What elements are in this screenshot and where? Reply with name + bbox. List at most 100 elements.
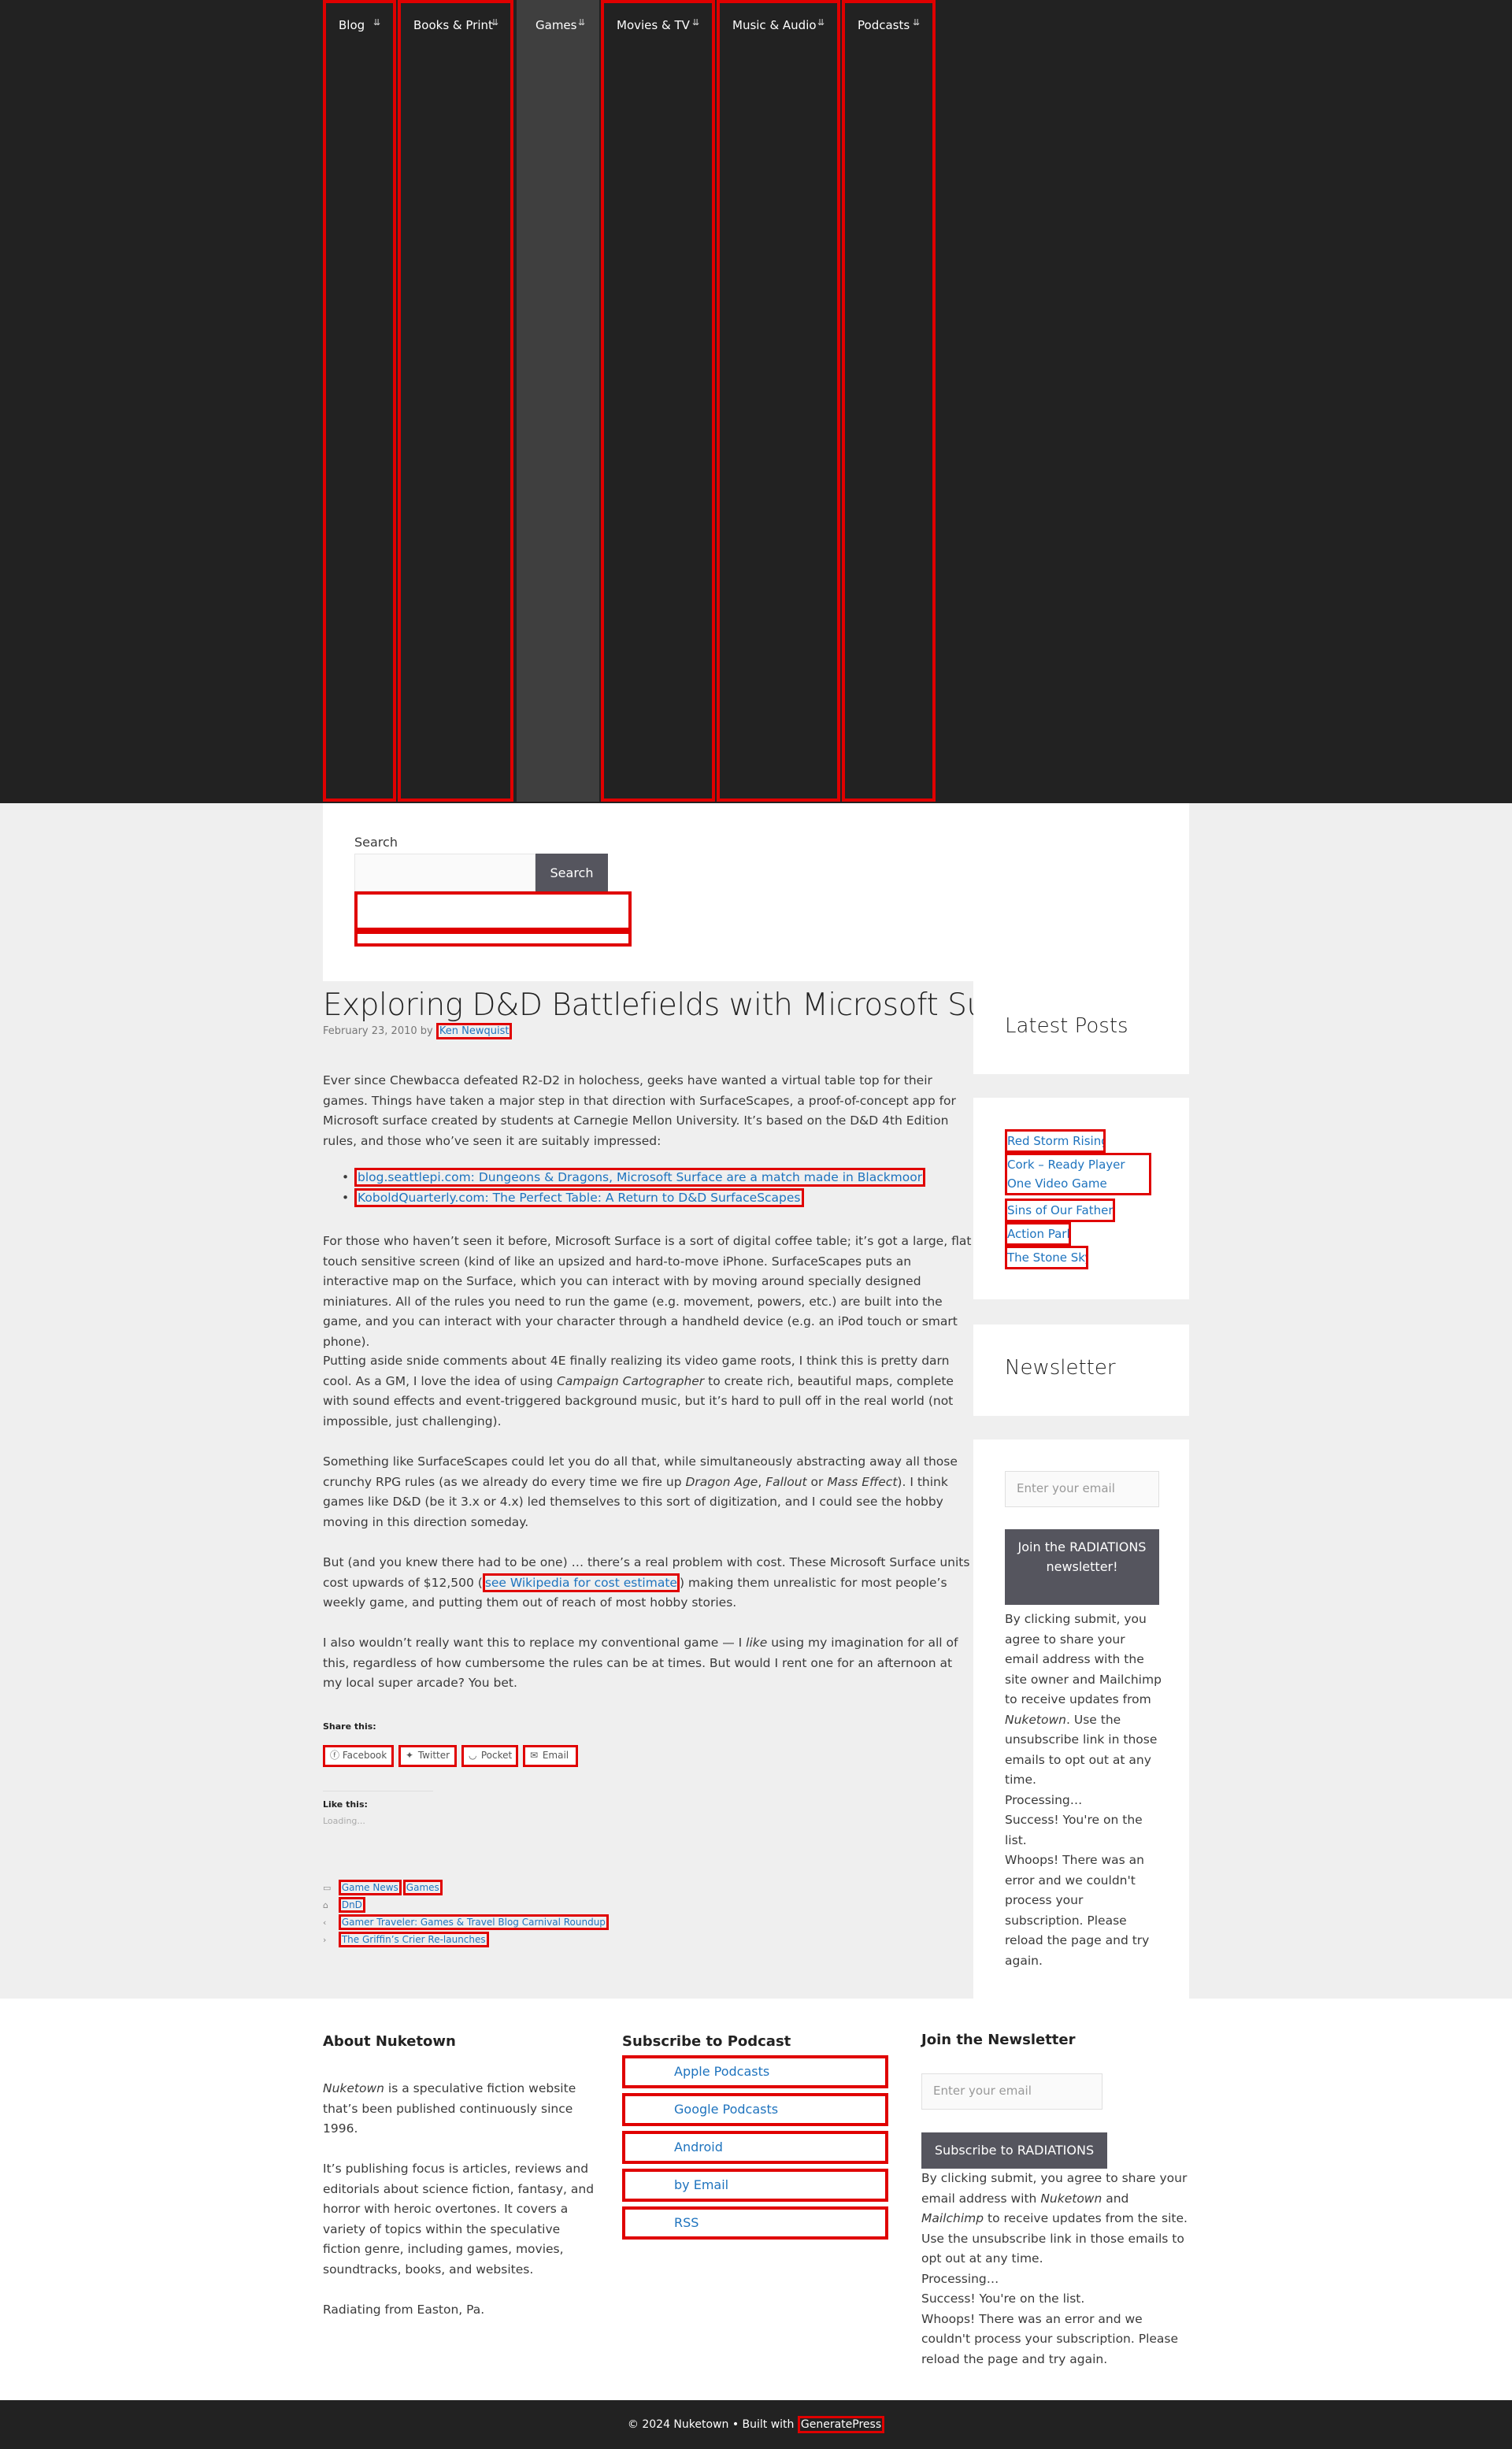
koboldquarterly-link[interactable]: KoboldQuarterly.com: The Perfect Table: …	[354, 1188, 804, 1207]
tag-link[interactable]: DnD	[338, 1897, 365, 1913]
share-heading: Share this:	[323, 1721, 376, 1732]
nav-item-podcasts[interactable]: Podcasts ⇊	[842, 0, 936, 802]
dropdown-arrow-icon: ⇊	[578, 17, 586, 28]
wikipedia-cost-link[interactable]: see Wikipedia for cost estimate	[482, 1573, 680, 1592]
latest-post-link[interactable]: Cork – Ready Player One Video Game Repla…	[1005, 1153, 1151, 1195]
search-input[interactable]	[354, 854, 536, 891]
nav-item-games[interactable]: Games ⇊	[517, 0, 599, 802]
facebook-icon: ⓕ	[330, 1750, 340, 1761]
nav-item-label: Music & Audio	[732, 18, 817, 32]
like-loading: Loading...	[323, 1816, 365, 1826]
seattlepi-link[interactable]: blog.seattlepi.com: Dungeons & Dragons, …	[354, 1168, 926, 1187]
android-link[interactable]: Android	[622, 2131, 888, 2164]
search-button[interactable]: Search	[536, 854, 608, 891]
latest-posts-title-widget: Latest Posts	[973, 981, 1189, 1074]
nav-item-label: Movies & TV	[617, 18, 690, 32]
post-author-link[interactable]: Ken Newquist	[435, 1023, 513, 1039]
about-title: About Nuketown	[323, 2033, 456, 2050]
emphasis: Fallout	[765, 1474, 807, 1489]
apple-podcasts-link[interactable]: Apple Podcasts	[622, 2055, 888, 2088]
share-facebook-button[interactable]: ⓕ Facebook	[323, 1745, 394, 1767]
previous-post-link[interactable]: Gamer Traveler: Games & Travel Blog Carn…	[338, 1914, 609, 1930]
post-nav-next: › The Griffin’s Crier Re-launches	[323, 1932, 491, 1947]
post-by: by	[420, 1025, 433, 1037]
footer-widgets: About Nuketown Nuketown is a speculative…	[0, 1999, 1512, 2400]
post-nav-previous: ‹ Gamer Traveler: Games & Travel Blog Ca…	[323, 1914, 610, 1930]
newsletter-title: Newsletter	[1005, 1356, 1116, 1380]
emphasis: Mailchimp	[921, 2211, 984, 2225]
list-item: blog.seattlepi.com: Dungeons & Dragons, …	[342, 1168, 926, 1187]
post-paragraph-2: For those who haven’t seen it before, Mi…	[323, 1234, 972, 1349]
next-icon: ›	[323, 1935, 327, 1945]
search-label: Search	[354, 835, 398, 850]
post-paragraph-4: Something like SurfaceScapes could let y…	[323, 1452, 973, 1532]
post-tags: ⌂ DnD	[323, 1897, 367, 1913]
pocket-icon: ◡	[469, 1750, 477, 1761]
site-footer: © 2024 Nuketown • Built with GeneratePre…	[0, 2400, 1512, 2449]
text: By clicking submit, you agree to share y…	[1005, 1612, 1162, 1706]
error-message: Whoops! There was an error and we couldn…	[1005, 1853, 1150, 1968]
tag-icon: ⌂	[323, 1900, 328, 1910]
emphasis: Nuketown	[1040, 2191, 1102, 2206]
latest-post-link[interactable]: Red Storm Rising	[1005, 1129, 1106, 1153]
success-message: Success! You're on the list.	[921, 2292, 1085, 2306]
next-post-link[interactable]: The Griffin’s Crier Re-launches	[338, 1932, 489, 1947]
share-label: Email	[542, 1750, 569, 1761]
post-date: February 23, 2010	[323, 1025, 417, 1037]
folder-icon: ▭	[323, 1883, 332, 1893]
post-meta: February 23, 2010 by Ken Newquist	[323, 1023, 513, 1039]
error-message: Whoops! There was an error and we couldn…	[921, 2311, 1179, 2366]
nav-item-label: Podcasts	[858, 18, 910, 32]
latest-post-link[interactable]: The Stone Sky	[1005, 1246, 1088, 1269]
post-paragraph-6: I also wouldn’t really want this to repl…	[323, 1633, 973, 1694]
search-results-strip[interactable]	[354, 931, 632, 947]
emphasis: Mass Effect	[827, 1474, 898, 1489]
nav-item-label: Games	[536, 18, 577, 32]
share-twitter-button[interactable]: ✦ Twitter	[398, 1745, 457, 1767]
nav-item-movies-tv[interactable]: Movies & TV ⇊	[601, 0, 715, 802]
post-paragraph-1: Ever since Chewbacca defeated R2-D2 in h…	[323, 1073, 956, 1148]
subscribe-button[interactable]: Subscribe to RADIATIONS	[921, 2132, 1107, 2169]
emphasis: Dragon Age	[685, 1474, 758, 1489]
latest-posts-title: Latest Posts	[1005, 1014, 1128, 1038]
newsletter-widget: Enter your email Join the RADIATIONS new…	[973, 1439, 1189, 1999]
newsletter-email-input[interactable]: Enter your email	[1005, 1471, 1159, 1507]
emphasis: like	[746, 1636, 768, 1650]
generatepress-link[interactable]: GeneratePress	[797, 2416, 885, 2433]
success-message: Success! You're on the list.	[1005, 1813, 1143, 1847]
email-podcast-link[interactable]: by Email	[622, 2169, 888, 2202]
share-label: Twitter	[417, 1750, 450, 1761]
text: ,	[758, 1474, 766, 1489]
emphasis: Nuketown	[1005, 1712, 1066, 1727]
category-link[interactable]: Games	[402, 1880, 443, 1895]
share-email-button[interactable]: ✉ Email	[523, 1745, 578, 1767]
newsletter-consent: By clicking submit, you agree to share y…	[1005, 1610, 1162, 1971]
search-results-box[interactable]	[354, 891, 632, 931]
nav-item-blog[interactable]: Blog ⇊	[323, 0, 396, 802]
latest-post-link[interactable]: Sins of Our Fathers	[1005, 1199, 1115, 1222]
rss-link[interactable]: RSS	[622, 2206, 888, 2240]
nav-item-label: Blog	[339, 18, 365, 32]
processing-message: Processing…	[1005, 1792, 1083, 1807]
list-item: KoboldQuarterly.com: The Perfect Table: …	[342, 1188, 804, 1207]
latest-post-link[interactable]: Action Park	[1005, 1222, 1071, 1246]
about-text: Nuketown is a speculative fiction websit…	[323, 2079, 598, 2320]
post-paragraph-5: But (and you knew there had to be one) ……	[323, 1553, 973, 1614]
google-podcasts-link[interactable]: Google Podcasts	[622, 2093, 888, 2126]
text: or	[806, 1474, 828, 1489]
primary-navigation: Blog ⇊ Books & Print ⇊ Games ⇊ Movies & …	[0, 0, 1512, 803]
join-newsletter-button[interactable]: Join the RADIATIONS newsletter!	[1005, 1529, 1159, 1605]
share-pocket-button[interactable]: ◡ Pocket	[461, 1745, 518, 1767]
nav-item-music-audio[interactable]: Music & Audio ⇊	[717, 0, 840, 802]
text: Radiating from Easton, Pa.	[323, 2302, 485, 2317]
category-link[interactable]: Game News	[338, 1880, 402, 1895]
share-label: Facebook	[342, 1750, 387, 1761]
like-heading: Like this:	[323, 1791, 433, 1810]
copyright-text: © 2024 Nuketown • Built with	[627, 2418, 798, 2431]
twitter-icon: ✦	[406, 1750, 414, 1761]
post-title: Exploring D&D Battlefields with Microsof…	[323, 987, 1062, 1023]
footer-email-input[interactable]: Enter your email	[921, 2073, 1102, 2110]
dropdown-arrow-icon: ⇊	[817, 17, 825, 28]
post-paragraph-3: Putting aside snide comments about 4E fi…	[323, 1351, 973, 1432]
nav-item-books-print[interactable]: Books & Print ⇊	[398, 0, 513, 802]
